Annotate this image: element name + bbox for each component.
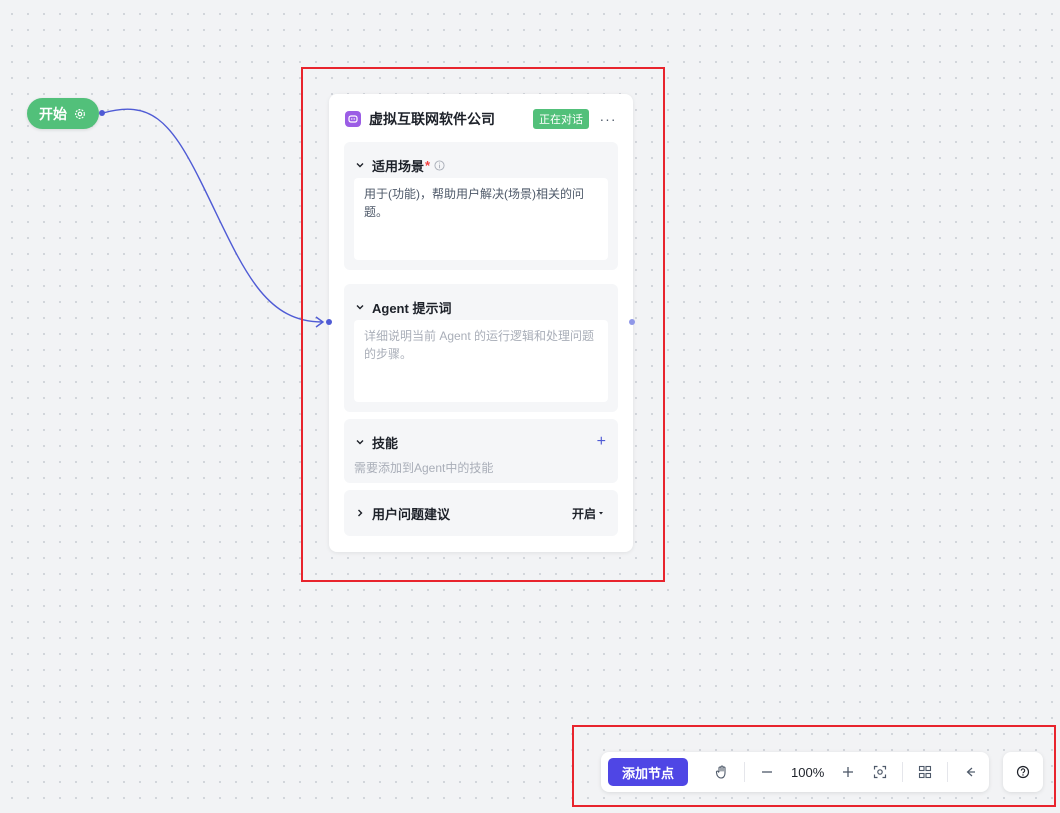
prompt-section-header[interactable]: Agent 提示词 [354, 298, 606, 316]
chat-bot-icon [345, 111, 361, 127]
suggestions-value: 开启 [571, 506, 596, 521]
chevron-down-icon[interactable] [354, 301, 366, 313]
skills-label: 技能 [372, 435, 399, 451]
more-icon[interactable]: ··· [599, 111, 617, 127]
layout-grid-icon[interactable] [911, 758, 939, 786]
gear-icon[interactable] [73, 107, 87, 121]
zoom-in-icon[interactable] [834, 758, 862, 786]
hand-icon[interactable] [708, 758, 736, 786]
required-mark: * [425, 157, 431, 173]
add-skill-icon[interactable]: + [597, 433, 606, 451]
scene-textarea[interactable]: 用于(功能)，帮助用户解决(场景)相关的问题。 [354, 178, 608, 260]
agent-card-title: 虚拟互联网软件公司 [369, 111, 495, 127]
agent-card-header: 虚拟互联网软件公司 正在对话 ··· [345, 108, 617, 130]
scene-section-header[interactable]: 适用场景 * [354, 156, 606, 174]
skills-hint: 需要添加到Agent中的技能 [354, 461, 494, 475]
help-button[interactable] [1003, 752, 1043, 792]
status-badge: 正在对话 [533, 109, 589, 129]
start-node[interactable]: 开始 [27, 98, 99, 129]
skills-section-header[interactable]: 技能 + [354, 433, 606, 451]
chevron-down-icon[interactable] [354, 159, 366, 171]
agent-input-port[interactable] [326, 319, 332, 325]
toolbar-divider [947, 762, 949, 782]
suggestions-label: 用户问题建议 [372, 506, 451, 522]
fit-view-icon[interactable] [866, 758, 894, 786]
prompt-section: Agent 提示词 详细说明当前 Agent 的运行逻辑和处理问题的步骤。 [344, 284, 618, 412]
caret-down-icon [599, 512, 603, 515]
scene-section: 适用场景 * 用于(功能)，帮助用户解决(场景)相关的问题。 [344, 142, 618, 270]
chevron-down-icon[interactable] [354, 436, 366, 448]
toolbar-divider [902, 762, 904, 782]
add-node-button[interactable]: 添加节点 [608, 758, 688, 786]
prompt-textarea[interactable]: 详细说明当前 Agent 的运行逻辑和处理问题的步骤。 [354, 320, 608, 402]
zoom-out-icon[interactable] [753, 758, 781, 786]
suggestions-section: 用户问题建议 开启 [344, 490, 618, 536]
chevron-right-icon[interactable] [354, 507, 366, 519]
skills-section: 技能 + 需要添加到Agent中的技能 [344, 419, 618, 483]
suggestions-toggle[interactable]: 开启 [572, 505, 606, 522]
help-icon [1016, 765, 1030, 779]
agent-node-card[interactable]: 虚拟互联网软件公司 正在对话 ··· 适用场景 * 用于(功能)，帮助用户解决(… [329, 94, 633, 552]
info-icon[interactable] [434, 159, 445, 171]
zoom-level: 100% [791, 764, 825, 780]
start-node-label: 开始 [39, 105, 67, 122]
start-output-port[interactable] [99, 110, 105, 116]
canvas-toolbar: 添加节点 100% [601, 752, 989, 792]
prompt-label: Agent 提示词 [372, 300, 452, 316]
scene-label: 适用场景 [372, 158, 425, 174]
toolbar-divider [744, 762, 745, 782]
agent-output-port[interactable] [629, 319, 635, 325]
suggestions-section-header[interactable]: 用户问题建议 开启 [354, 504, 606, 522]
connector-style-icon[interactable] [956, 758, 984, 786]
